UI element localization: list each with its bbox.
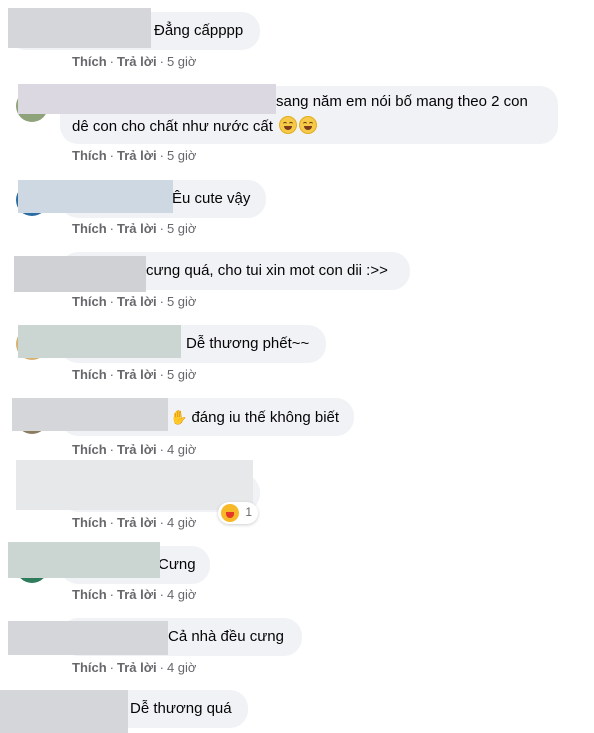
reply-link[interactable]: Trả lời bbox=[117, 54, 157, 69]
like-link[interactable]: Thích bbox=[72, 54, 107, 69]
reply-link[interactable]: Trả lời bbox=[117, 221, 157, 236]
comment-text-line-2: dê con cho chất như nước cất bbox=[72, 118, 273, 135]
comment-text: Cưng bbox=[158, 556, 196, 573]
like-link[interactable]: Thích bbox=[72, 442, 107, 457]
reply-link[interactable]: Trả lời bbox=[117, 587, 157, 602]
blurred-name bbox=[8, 8, 151, 48]
blurred-name bbox=[18, 325, 181, 358]
comment-text: Dễ thương phết~~ bbox=[186, 335, 310, 352]
smiling-face-emoji bbox=[299, 116, 318, 134]
comment-text: Êu cute vậy bbox=[172, 190, 251, 207]
timestamp[interactable]: 4 giờ bbox=[167, 515, 197, 530]
timestamp[interactable]: 4 giờ bbox=[167, 442, 197, 457]
like-link[interactable]: Thích bbox=[72, 515, 107, 530]
blurred-name bbox=[18, 84, 276, 114]
comment-actions: Thích · Trả lời · 5 giờ bbox=[72, 221, 197, 236]
comment-text: đáng iu thế không biết bbox=[191, 409, 340, 426]
reply-link[interactable]: Trả lời bbox=[117, 367, 157, 382]
reply-link[interactable]: Trả lời bbox=[117, 660, 157, 675]
reaction-count: 1 bbox=[245, 505, 252, 519]
like-link[interactable]: Thích bbox=[72, 294, 107, 309]
like-link[interactable]: Thích bbox=[72, 587, 107, 602]
blurred-name bbox=[12, 398, 168, 431]
comment-text-line-1: sang năm em nói bố mang theo 2 con bbox=[276, 93, 528, 110]
comment-text: Đẳng cấpppp bbox=[154, 22, 244, 39]
like-link[interactable]: Thích bbox=[72, 367, 107, 382]
smiling-face-emoji bbox=[279, 116, 298, 134]
comment-actions: Thích · Trả lời · 5 giờ bbox=[72, 294, 197, 309]
timestamp[interactable]: 5 giờ bbox=[167, 148, 197, 163]
comment-actions: Thích · Trả lời · 4 giờ bbox=[72, 587, 197, 602]
reaction-badge[interactable]: 1 bbox=[218, 502, 258, 524]
timestamp[interactable]: 4 giờ bbox=[167, 587, 197, 602]
timestamp[interactable]: 5 giờ bbox=[167, 54, 197, 69]
timestamp[interactable]: 5 giờ bbox=[167, 294, 197, 309]
reply-link[interactable]: Trả lời bbox=[117, 442, 157, 457]
blurred-name bbox=[16, 460, 253, 510]
timestamp[interactable]: 5 giờ bbox=[167, 367, 197, 382]
timestamp[interactable]: 4 giờ bbox=[167, 660, 197, 675]
blurred-name bbox=[8, 621, 168, 655]
reply-link[interactable]: Trả lời bbox=[117, 515, 157, 530]
comment-text: cưng quá, cho tui xin mot con dii :>> bbox=[146, 262, 388, 279]
comment-text: Cả nhà đều cưng bbox=[168, 628, 284, 645]
comment-actions: Thích · Trả lời · 4 giờ bbox=[72, 660, 197, 675]
blurred-name bbox=[18, 180, 173, 213]
haha-reaction-icon bbox=[221, 504, 239, 522]
comment-actions: Thích · Trả lời · 5 giờ bbox=[72, 148, 197, 163]
timestamp[interactable]: 5 giờ bbox=[167, 221, 197, 236]
comment-actions: Thích · Trả lời · 5 giờ bbox=[72, 367, 197, 382]
like-link[interactable]: Thích bbox=[72, 221, 107, 236]
blurred-name bbox=[8, 542, 160, 578]
comment-actions: Thích · Trả lời · 5 giờ bbox=[72, 54, 197, 69]
like-link[interactable]: Thích bbox=[72, 148, 107, 163]
like-link[interactable]: Thích bbox=[72, 660, 107, 675]
blurred-name bbox=[14, 256, 146, 292]
blurred-name bbox=[0, 690, 128, 733]
comment-actions: Thích · Trả lời · 4 giờ bbox=[72, 442, 197, 457]
reply-link[interactable]: Trả lời bbox=[117, 148, 157, 163]
comment-text: Dễ thương quá bbox=[130, 700, 232, 717]
reply-link[interactable]: Trả lời bbox=[117, 294, 157, 309]
comment-actions: Thích · Trả lời · 4 giờ bbox=[72, 515, 197, 530]
hand-icon: ✋ bbox=[170, 409, 188, 425]
